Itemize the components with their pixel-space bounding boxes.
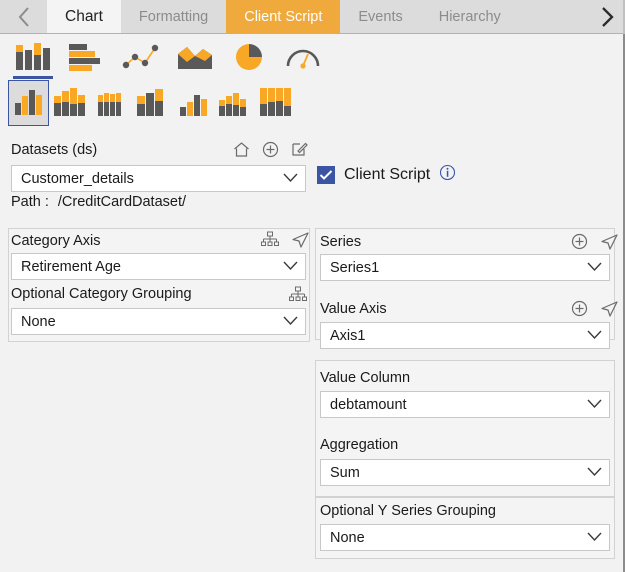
hierarchy-icon[interactable] [260, 231, 280, 254]
dataset-select-value: Customer_details [21, 170, 134, 187]
navigate-arrow-icon[interactable] [600, 300, 619, 323]
area-chart-icon [175, 42, 215, 77]
optional-y-series-grouping-select[interactable]: None [320, 524, 610, 551]
clustered-stacked-column-icon-button[interactable] [213, 80, 254, 126]
full-stacked-column-icon-button[interactable] [254, 80, 295, 126]
dataset-path-row: Path : /CreditCardDataset/ [11, 194, 186, 210]
pie-chart-icon [232, 42, 266, 77]
datasets-toolbar [232, 140, 309, 164]
dataset-path-label: Path : [11, 194, 49, 210]
aggregation-select[interactable]: Sum [320, 459, 610, 486]
dataset-path-value: /CreditCardDataset/ [57, 194, 187, 210]
series-select[interactable]: Series1 [320, 254, 610, 281]
stacked-column-100-icon-button[interactable] [90, 80, 131, 126]
aggregation-label: Aggregation [320, 437, 399, 453]
chevron-down-icon [586, 328, 603, 344]
hierarchy-icon[interactable] [288, 286, 308, 309]
chevron-down-icon [282, 259, 299, 275]
stacked-column-100-icon [95, 85, 127, 122]
clustered-column-icon-button[interactable] [8, 80, 49, 126]
series-select-value: Series1 [330, 259, 380, 276]
chevron-down-icon [282, 314, 299, 330]
optional-category-grouping-toolbar [288, 286, 308, 309]
edit-icon[interactable] [290, 140, 309, 164]
chevron-left-icon [16, 6, 32, 28]
chevron-down-icon [586, 260, 603, 276]
client-script-label: Client Script [344, 166, 431, 183]
series-label: Series [320, 234, 362, 250]
tab-hierarchy-label: Hierarchy [438, 9, 501, 25]
tab-bar: Chart Formatting Client Script Events Hi… [0, 0, 625, 34]
tab-client-script[interactable]: Client Script [226, 0, 341, 34]
stacked-column-wide-icon-button[interactable] [131, 80, 172, 126]
gauge-chart-icon [284, 42, 322, 77]
aggregation-select-value: Sum [330, 464, 360, 481]
column-chart-icon [13, 42, 53, 77]
client-script-checkbox[interactable] [317, 166, 335, 184]
chart-family-row [6, 38, 330, 80]
optional-category-grouping-select-value: None [21, 313, 56, 330]
optional-y-series-grouping-select-value: None [330, 529, 365, 546]
optional-y-series-grouping-label: Optional Y Series Grouping [320, 503, 496, 519]
category-axis-select[interactable]: Retirement Age [11, 253, 306, 280]
clustered-column-icon [12, 84, 46, 121]
pie-chart-icon-button[interactable] [222, 38, 276, 80]
clustered-stacked-column-icon [217, 85, 251, 122]
chevron-down-icon [586, 530, 603, 546]
add-circle-icon[interactable] [570, 232, 589, 256]
line-scatter-chart-icon [121, 42, 161, 77]
stacked-column-icon [52, 85, 88, 122]
bar-chart-icon-button[interactable] [60, 38, 114, 80]
clustered-column-small-icon [177, 85, 209, 122]
chevron-right-icon [599, 5, 615, 29]
category-axis-label: Category Axis [11, 233, 101, 249]
client-script-row: Client Script [317, 164, 456, 186]
series-toolbar [570, 232, 619, 256]
tab-hierarchy[interactable]: Hierarchy [420, 0, 519, 34]
datasets-label: Datasets (ds) [11, 142, 98, 158]
value-axis-select-value: Axis1 [330, 327, 366, 344]
chevron-down-icon [586, 397, 603, 413]
value-axis-select[interactable]: Axis1 [320, 322, 610, 349]
navigate-arrow-icon[interactable] [291, 231, 310, 254]
optional-category-grouping-label: Optional Category Grouping [11, 286, 192, 302]
stacked-column-icon-button[interactable] [49, 80, 90, 126]
chevron-down-icon [586, 465, 603, 481]
home-icon[interactable] [232, 140, 251, 164]
value-column-label: Value Column [320, 370, 411, 386]
value-axis-toolbar [570, 299, 619, 323]
stacked-column-wide-icon [135, 85, 169, 122]
chart-type-ribbon [0, 34, 625, 136]
tab-events-label: Events [358, 9, 403, 25]
tab-scroll-right-button[interactable] [589, 0, 625, 34]
category-axis-select-value: Retirement Age [21, 258, 121, 275]
bar-chart-icon [67, 42, 107, 77]
tab-events[interactable]: Events [340, 0, 421, 34]
area-chart-icon-button[interactable] [168, 38, 222, 80]
tab-scroll-left-button[interactable] [0, 0, 47, 34]
category-axis-toolbar [260, 231, 310, 254]
tab-client-script-label: Client Script [244, 9, 323, 25]
chart-subtype-row [8, 80, 295, 126]
navigate-arrow-icon[interactable] [600, 233, 619, 256]
line-scatter-chart-icon-button[interactable] [114, 38, 168, 80]
value-axis-label: Value Axis [320, 301, 387, 317]
tab-formatting[interactable]: Formatting [120, 0, 227, 34]
tab-chart[interactable]: Chart [47, 0, 121, 34]
tab-formatting-label: Formatting [138, 9, 209, 25]
optional-category-grouping-select[interactable]: None [11, 308, 306, 335]
column-chart-icon-button[interactable] [6, 38, 60, 80]
chevron-down-icon [282, 171, 299, 187]
clustered-column-small-icon-button[interactable] [172, 80, 213, 126]
dataset-select[interactable]: Customer_details [11, 165, 306, 192]
tab-chart-label: Chart [65, 8, 103, 25]
value-column-select[interactable]: debtamount [320, 391, 610, 418]
info-icon[interactable] [439, 164, 456, 186]
full-stacked-column-icon [258, 85, 292, 122]
add-circle-icon[interactable] [570, 299, 589, 323]
gauge-chart-icon-button[interactable] [276, 38, 330, 80]
value-column-select-value: debtamount [330, 396, 407, 413]
add-circle-icon[interactable] [261, 140, 280, 164]
